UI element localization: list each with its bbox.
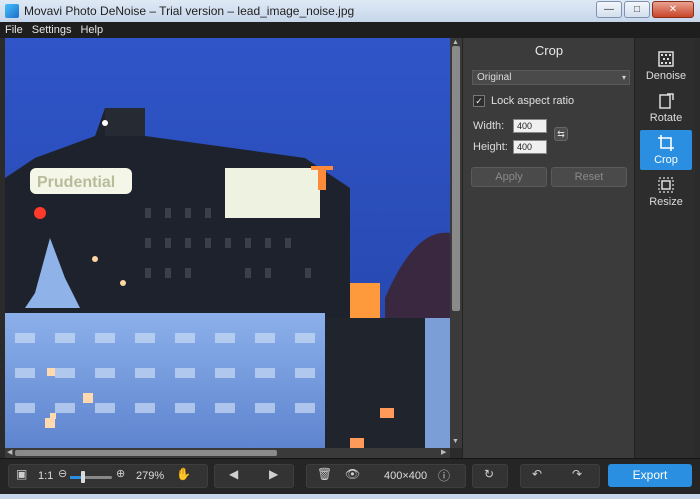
tool-rail: Denoise Rotate Crop Resize	[634, 38, 695, 458]
rotate-icon	[659, 93, 674, 109]
menu-file[interactable]: File	[0, 24, 27, 36]
link-dimensions-icon[interactable]: ⇆	[554, 127, 568, 141]
previous-icon[interactable]: ◀	[229, 467, 238, 481]
preview-eye-icon[interactable]: 👁	[345, 467, 360, 481]
zoom-level: 279%	[136, 470, 165, 482]
zoom-in-icon[interactable]: ⊕	[116, 467, 125, 480]
sign-right	[225, 168, 320, 218]
aspect-ratio-value: Original	[477, 72, 512, 83]
tool-rotate[interactable]: Rotate	[640, 88, 692, 128]
maximize-button[interactable]: □	[624, 1, 650, 18]
tool-denoise[interactable]: Denoise	[640, 46, 692, 86]
tool-resize[interactable]: Resize	[640, 172, 692, 212]
image-canvas[interactable]: Prudential	[5, 38, 450, 448]
tool-resize-label: Resize	[649, 196, 683, 208]
window-bottom-edge	[0, 494, 700, 499]
info-icon[interactable]: ⓘ	[438, 467, 450, 484]
window-controls: — □ ✕	[596, 1, 694, 18]
scroll-left-icon[interactable]: ◀	[7, 448, 12, 456]
fit-to-screen-icon[interactable]: ▣	[16, 467, 27, 481]
horizontal-scrollbar[interactable]: ◀ ▶	[5, 448, 450, 458]
horizontal-scroll-thumb[interactable]	[15, 450, 277, 456]
tool-rotate-label: Rotate	[649, 112, 683, 124]
app-icon	[5, 4, 19, 18]
window-title: Movavi Photo DeNoise – Trial version – l…	[24, 4, 355, 18]
zoom-out-icon[interactable]: ⊖	[58, 467, 67, 480]
refresh-icon[interactable]: ↻	[484, 467, 494, 481]
sign-text: Prudential	[37, 174, 115, 191]
height-field[interactable]: 400	[513, 140, 547, 154]
delete-icon[interactable]: 🗑	[317, 467, 332, 481]
photo-preview: Prudential	[5, 38, 450, 448]
scroll-right-icon[interactable]: ▶	[441, 448, 446, 456]
lock-aspect-row[interactable]: ✓ Lock aspect ratio	[473, 95, 574, 107]
title-bar: Movavi Photo DeNoise – Trial version – l…	[0, 0, 700, 23]
resize-icon	[658, 177, 674, 193]
actual-size-button[interactable]: 1:1	[38, 470, 53, 482]
chevron-down-icon: ▾	[621, 73, 626, 82]
menu-bar: File Settings Help	[0, 22, 700, 38]
vertical-scrollbar[interactable]: ▲ ▼	[450, 38, 462, 448]
tool-crop-label: Crop	[654, 154, 678, 166]
undo-icon[interactable]: ↶	[532, 467, 542, 481]
width-label: Width:	[473, 120, 505, 132]
scroll-down-icon[interactable]: ▼	[452, 438, 459, 445]
lock-aspect-label: Lock aspect ratio	[491, 95, 575, 107]
denoise-icon	[658, 51, 674, 67]
export-button[interactable]: Export	[608, 464, 692, 487]
lock-aspect-checkbox[interactable]: ✓	[473, 95, 485, 107]
panel-title: Crop	[534, 43, 564, 58]
zoom-slider[interactable]	[70, 471, 112, 483]
next-icon[interactable]: ▶	[269, 467, 278, 481]
nav-controls	[214, 464, 294, 488]
minimize-button[interactable]: —	[596, 1, 622, 18]
zoom-slider-knob[interactable]	[81, 471, 85, 483]
menu-settings[interactable]: Settings	[27, 24, 76, 36]
tool-denoise-label: Denoise	[645, 70, 687, 82]
height-label: Height:	[473, 141, 508, 153]
close-button[interactable]: ✕	[652, 1, 694, 18]
redo-icon[interactable]: ↷	[572, 467, 582, 481]
crop-panel: Crop Original ▾ ✓ Lock aspect ratio Widt…	[462, 38, 635, 458]
tool-crop[interactable]: Crop	[640, 130, 692, 170]
vertical-scroll-thumb[interactable]	[452, 46, 460, 311]
scroll-up-icon[interactable]: ▲	[452, 39, 459, 46]
hand-tool-icon[interactable]: ✋	[176, 467, 191, 481]
image-dimensions: 400×400	[384, 470, 428, 482]
aspect-ratio-select[interactable]: Original ▾	[472, 70, 630, 85]
apply-button[interactable]: Apply	[471, 167, 547, 187]
reset-button[interactable]: Reset	[551, 167, 627, 187]
crop-icon	[658, 135, 674, 151]
menu-help[interactable]: Help	[75, 24, 107, 36]
width-field[interactable]: 400	[513, 119, 547, 133]
bottom-toolbar: ▣ 1:1 ⊖ ⊕ 279% ✋ ◀ ▶ 🗑 👁 400×400 ⓘ ↻ ↶ ↷…	[0, 458, 700, 495]
